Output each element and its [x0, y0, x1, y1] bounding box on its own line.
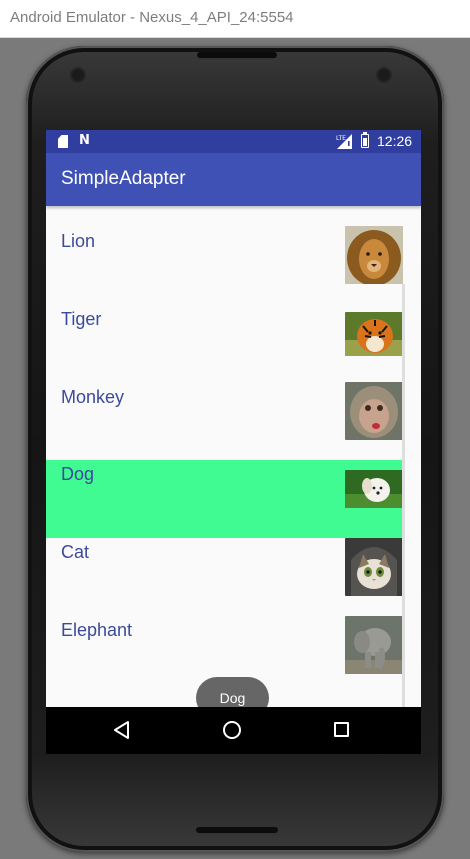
list-item-label: Cat [61, 542, 90, 562]
list-item-label: Elephant [61, 620, 133, 640]
dog-photo [345, 470, 403, 508]
status-bar: N LTE 12:26 [46, 130, 421, 153]
list-item-label: Lion [61, 231, 96, 251]
lion-photo [345, 226, 403, 284]
list-item-label: Tiger [61, 309, 102, 329]
monkey-photo [345, 382, 403, 440]
list-item-label: Monkey [61, 387, 125, 407]
list-item-cat[interactable]: Cat [46, 538, 403, 616]
status-time: 12:26 [377, 133, 413, 149]
list-item-monkey[interactable]: Monkey [46, 362, 403, 440]
list-item-lion[interactable]: Lion [46, 206, 403, 284]
top-speaker [197, 52, 277, 58]
proximity-sensor [72, 69, 84, 81]
elephant-photo [345, 616, 403, 674]
front-camera [378, 69, 390, 81]
list-item-dog[interactable]: Dog [46, 460, 403, 538]
battery-icon [361, 132, 369, 148]
navigation-bar [46, 707, 421, 754]
back-icon[interactable] [112, 720, 132, 740]
list-scrollbar[interactable] [402, 284, 405, 754]
animal-list[interactable]: Lion Tiger Monkey Dog Cat Elephant Dog [46, 206, 421, 754]
n-notification-icon: N [79, 133, 90, 148]
tiger-photo [345, 312, 403, 356]
svg-text:LTE: LTE [336, 135, 346, 142]
window-title: Android Emulator - Nexus_4_API_24:5554 [10, 9, 294, 26]
emulator-title-bar: Android Emulator - Nexus_4_API_24:5554 [0, 0, 470, 38]
app-title: SimpleAdapter [61, 168, 186, 189]
home-icon[interactable] [223, 721, 241, 739]
list-item-label: Dog [61, 464, 95, 484]
device-screen: N LTE 12:26 SimpleAdapter Lion Tiger Mon… [46, 130, 421, 754]
bottom-speaker [196, 827, 278, 833]
sd-card-icon [58, 135, 68, 148]
list-item-tiger[interactable]: Tiger [46, 284, 403, 362]
cat-photo [345, 538, 403, 596]
lte-signal-icon: LTE [336, 134, 352, 149]
app-bar: SimpleAdapter [46, 153, 421, 206]
recents-icon[interactable] [334, 722, 349, 737]
